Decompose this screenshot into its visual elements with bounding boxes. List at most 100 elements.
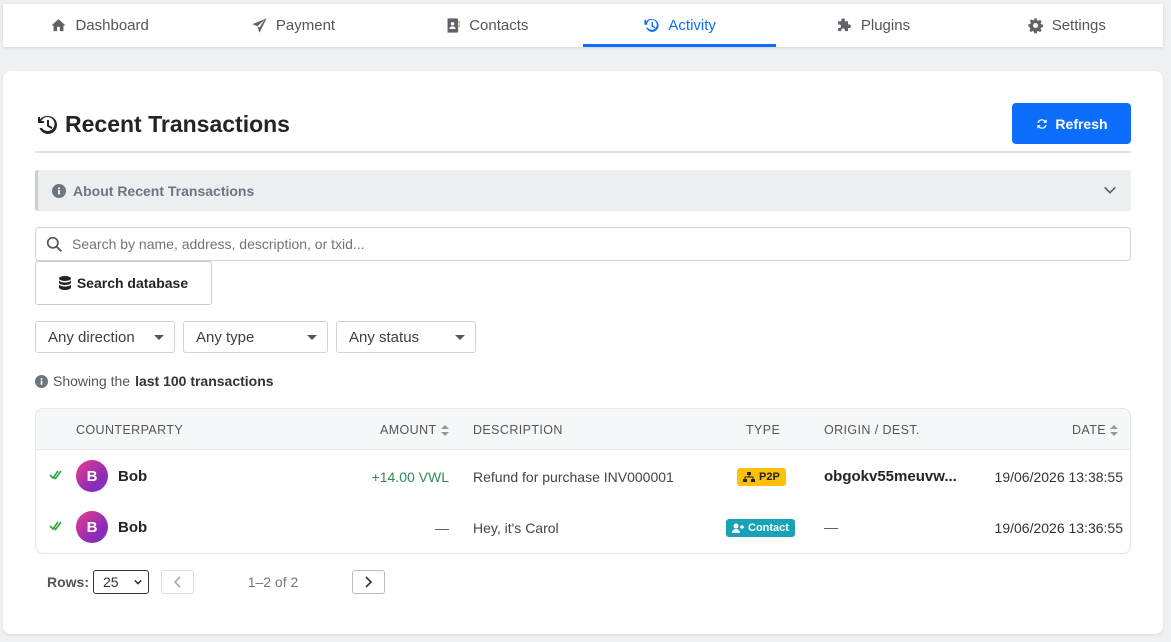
tab-label: Settings	[1051, 17, 1106, 34]
type-badge-label: P2P	[759, 471, 780, 483]
sort-icon	[440, 424, 449, 436]
origin-address[interactable]: obgokv55meuvw...	[824, 468, 957, 485]
column-label: TYPE	[746, 423, 781, 437]
about-accordion[interactable]: About Recent Transactions	[35, 170, 1131, 211]
avatar-initial: B	[86, 467, 98, 485]
database-icon	[58, 276, 71, 290]
tab-label: Dashboard	[75, 17, 149, 34]
rows-per-page-select[interactable]: 25	[93, 570, 149, 594]
caret-down-icon	[154, 335, 164, 340]
history-icon	[38, 115, 57, 134]
showing-note: Showing the last 100 transactions	[35, 373, 274, 389]
refresh-label: Refresh	[1055, 115, 1108, 132]
column-label: COUNTERPARTY	[76, 423, 184, 437]
double-check-icon	[49, 521, 62, 531]
tab-contacts[interactable]: Contacts	[390, 4, 583, 47]
info-icon	[52, 183, 66, 198]
status-filter[interactable]: Any status	[336, 321, 476, 353]
avatar-initial: B	[86, 518, 98, 536]
status-filter-value: Any status	[349, 328, 420, 346]
previous-page-button[interactable]	[161, 570, 194, 594]
about-label: About Recent Transactions	[73, 182, 255, 199]
amount-value: —	[435, 520, 449, 536]
column-label: ORIGIN / DEST.	[824, 423, 920, 437]
tab-dashboard[interactable]: Dashboard	[3, 4, 196, 47]
sort-icon	[1110, 424, 1118, 436]
column-amount[interactable]: AMOUNT	[380, 423, 449, 437]
chevron-down-icon	[134, 579, 142, 585]
refresh-button[interactable]: Refresh	[1012, 103, 1131, 144]
double-check-icon	[49, 470, 62, 480]
table-row[interactable]: B Bob — Hey, it's Carol Contact — 19/06/…	[36, 502, 1130, 552]
showing-emphasis: last 100 transactions	[135, 373, 274, 389]
column-date[interactable]: DATE	[1072, 423, 1118, 437]
address-book-icon	[447, 18, 460, 33]
column-counterparty: COUNTERPARTY	[76, 423, 183, 437]
search-icon	[46, 236, 62, 252]
tab-payment[interactable]: Payment	[196, 4, 389, 47]
top-nav: Dashboard Payment Contacts Activity Plug…	[3, 4, 1163, 47]
tab-settings[interactable]: Settings	[970, 4, 1163, 47]
avatar: B	[76, 460, 108, 492]
chevron-down-icon	[1104, 186, 1116, 194]
column-origin: ORIGIN / DEST.	[824, 423, 920, 437]
type-badge-p2p: P2P	[737, 468, 786, 486]
transactions-card: Recent Transactions Refresh About Recent…	[3, 71, 1163, 634]
search-database-label: Search database	[76, 275, 189, 291]
search-input[interactable]	[72, 236, 1072, 252]
send-icon	[252, 18, 267, 33]
home-icon	[51, 19, 67, 32]
tab-label: Payment	[275, 17, 336, 34]
type-filter-value: Any type	[196, 328, 255, 346]
next-page-button[interactable]	[352, 570, 385, 594]
page-title: Recent Transactions	[65, 111, 290, 137]
tab-activity[interactable]: Activity	[582, 4, 777, 47]
network-icon	[743, 472, 755, 482]
history-icon	[644, 19, 659, 32]
amount-value: +14.00 VWL	[371, 469, 449, 485]
title-group: Recent Transactions	[35, 111, 290, 138]
column-description: DESCRIPTION	[473, 423, 563, 437]
info-icon	[35, 374, 48, 388]
column-type: TYPE	[746, 423, 780, 437]
card-header: Recent Transactions Refresh	[35, 103, 1131, 153]
rows-per-page-value: 25	[103, 574, 119, 590]
counterparty-name: Bob	[118, 468, 148, 485]
chevron-left-icon	[173, 576, 181, 588]
column-label: DATE	[1071, 423, 1106, 437]
user-plus-icon	[732, 523, 744, 533]
tab-label: Contacts	[469, 17, 529, 34]
tab-label: Plugins	[860, 17, 911, 34]
tab-label: Activity	[668, 17, 716, 34]
showing-prefix: Showing the	[53, 373, 131, 389]
refresh-icon	[1037, 118, 1048, 129]
type-badge-label: Contact	[748, 522, 789, 534]
direction-filter[interactable]: Any direction	[35, 321, 175, 353]
date-value: 19/06/2026 13:38:55	[994, 469, 1123, 485]
type-filter[interactable]: Any type	[183, 321, 328, 353]
direction-filter-value: Any direction	[48, 328, 135, 346]
tab-plugins[interactable]: Plugins	[776, 4, 969, 47]
caret-down-icon	[455, 335, 465, 340]
column-label: DESCRIPTION	[473, 423, 563, 437]
origin-address: —	[824, 519, 838, 535]
type-badge-contact: Contact	[726, 519, 795, 537]
avatar: B	[76, 511, 108, 543]
date-value: 19/06/2026 13:36:55	[994, 520, 1123, 536]
pagination: Rows: 25 1–2 of 2	[47, 570, 385, 594]
transactions-table: COUNTERPARTY AMOUNT DESCRIPTION TYPE ORI…	[35, 408, 1131, 554]
description-text: Refund for purchase INV000001	[473, 469, 674, 485]
caret-down-icon	[307, 335, 317, 340]
chevron-right-icon	[365, 576, 373, 588]
description-text: Hey, it's Carol	[473, 520, 559, 536]
table-row[interactable]: B Bob +14.00 VWL Refund for purchase INV…	[36, 451, 1130, 501]
puzzle-icon	[838, 18, 851, 32]
rows-label: Rows:	[47, 574, 89, 590]
search-box	[35, 227, 1131, 261]
counterparty-name: Bob	[118, 519, 148, 536]
page-info: 1–2 of 2	[247, 574, 299, 590]
table-header: COUNTERPARTY AMOUNT DESCRIPTION TYPE ORI…	[36, 409, 1130, 450]
gear-icon	[1028, 18, 1043, 34]
column-label: AMOUNT	[380, 423, 437, 437]
search-database-button[interactable]: Search database	[35, 261, 212, 305]
